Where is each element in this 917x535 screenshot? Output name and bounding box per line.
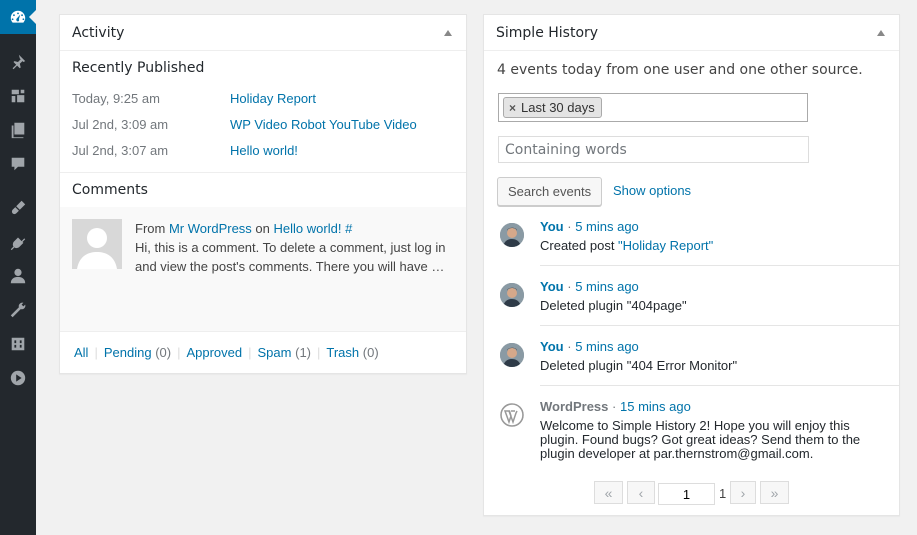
filter-trash-link[interactable]: Trash (0) <box>326 345 378 360</box>
plugins-icon[interactable] <box>0 225 36 259</box>
published-date: Jul 2nd, 3:07 am <box>72 143 169 158</box>
event-message: Welcome to Simple History 2! Hope you wi… <box>540 418 861 461</box>
divider <box>540 385 899 386</box>
filter-spam-link[interactable]: Spam (1) <box>258 345 311 360</box>
settings-icon[interactable] <box>0 327 36 361</box>
comment-post-link[interactable]: Hello world! <box>274 221 342 236</box>
prev-page-button[interactable]: ‹ <box>627 481 655 504</box>
event-time-link[interactable]: 15 mins ago <box>620 399 691 414</box>
remove-chip-icon[interactable]: × <box>509 101 516 115</box>
event-message: Deleted plugin "404page" <box>540 298 687 313</box>
media-icon[interactable] <box>0 79 36 113</box>
comment-on-label: on <box>255 221 270 236</box>
activity-title: Activity <box>72 24 125 41</box>
comment-text: Hi, this is a comment. To delete a comme… <box>135 240 446 274</box>
published-date: Today, 9:25 am <box>72 91 160 106</box>
comments-icon[interactable] <box>0 147 36 181</box>
separator: | <box>317 345 321 360</box>
published-date: Jul 2nd, 3:09 am <box>72 117 169 132</box>
event-user-link[interactable]: You <box>540 279 564 294</box>
avatar <box>500 283 524 307</box>
event-user-link[interactable]: You <box>540 219 564 234</box>
wordpress-logo-icon <box>500 403 524 427</box>
activity-header: Activity <box>60 15 466 51</box>
simple-history-header: Simple History <box>484 15 899 51</box>
collapse-toggle-icon[interactable] <box>444 29 452 36</box>
users-icon[interactable] <box>0 259 36 293</box>
divider <box>60 331 466 332</box>
show-options-link[interactable]: Show options <box>613 183 691 198</box>
last-page-button[interactable]: » <box>760 481 789 504</box>
divider <box>540 265 899 266</box>
published-row: Today, 9:25 am Holiday Report <box>72 91 452 111</box>
containing-words-input[interactable] <box>498 136 809 163</box>
divider <box>540 325 899 326</box>
comment-item: From Mr WordPress on Hello world! # Hi, … <box>60 207 466 331</box>
divider <box>60 172 466 173</box>
published-row: Jul 2nd, 3:07 am Hello world! <box>72 143 452 163</box>
search-events-button[interactable]: Search events <box>497 177 603 206</box>
separator: | <box>248 345 252 360</box>
tools-icon[interactable] <box>0 293 36 327</box>
video-icon[interactable] <box>0 361 36 395</box>
event-item: You · 5 mins ago Deleted plugin "404page… <box>484 275 899 335</box>
published-link[interactable]: Holiday Report <box>230 91 316 111</box>
comment-filter-links: All | Pending (0) | Approved | Spam (1) | Trash … <box>74 345 379 360</box>
published-link[interactable]: Hello world! <box>230 143 298 163</box>
event-item: You · 5 mins ago Deleted plugin "404 Err… <box>484 335 899 395</box>
event-item: You · 5 mins ago Created post "Holiday R… <box>484 215 899 275</box>
event-message: Deleted plugin "404 Error Monitor" <box>540 358 738 373</box>
avatar <box>500 223 524 247</box>
event-user-link[interactable]: You <box>540 339 564 354</box>
event-header: You · 5 mins ago <box>540 279 639 294</box>
avatar <box>72 219 122 269</box>
filter-all-link[interactable]: All <box>74 345 88 360</box>
activity-widget: Activity Recently Published Today, 9:25 … <box>59 14 467 374</box>
published-row: Jul 2nd, 3:09 am WP Video Robot YouTube … <box>72 117 452 137</box>
event-time-link[interactable]: 5 mins ago <box>575 339 639 354</box>
date-chip-label: Last 30 days <box>521 100 595 115</box>
date-chip: × Last 30 days <box>503 97 602 118</box>
dashboard-icon[interactable] <box>0 0 36 34</box>
pin-icon[interactable] <box>0 45 36 79</box>
event-header: WordPress · 15 mins ago <box>540 399 691 414</box>
event-header: You · 5 mins ago <box>540 339 639 354</box>
pages-icon[interactable] <box>0 113 36 147</box>
admin-sidebar <box>0 0 36 535</box>
filter-pending-link[interactable]: Pending (0) <box>104 345 171 360</box>
event-time-link[interactable]: 5 mins ago <box>575 279 639 294</box>
published-link[interactable]: WP Video Robot YouTube Video <box>230 117 417 137</box>
comment-body: From Mr WordPress on Hello world! # Hi, … <box>135 219 455 276</box>
total-pages: 1 <box>719 486 727 501</box>
first-page-button[interactable]: « <box>594 481 623 504</box>
event-source: WordPress <box>540 399 609 414</box>
next-page-button[interactable]: › <box>730 481 756 504</box>
event-time-link[interactable]: 5 mins ago <box>575 219 639 234</box>
comments-title: Comments <box>72 182 148 198</box>
comment-author-link[interactable]: Mr WordPress <box>169 221 252 236</box>
recently-published-title: Recently Published <box>72 60 205 76</box>
simple-history-title: Simple History <box>496 24 599 41</box>
event-header: You · 5 mins ago <box>540 219 639 234</box>
simple-history-widget: Simple History 4 events today from one u… <box>483 14 900 516</box>
event-post-link[interactable]: "Holiday Report" <box>618 238 713 253</box>
separator: | <box>94 345 98 360</box>
separator: | <box>177 345 181 360</box>
collapse-toggle-icon[interactable] <box>877 29 885 36</box>
appearance-icon[interactable] <box>0 191 36 225</box>
event-item: WordPress · 15 mins ago Welcome to Simpl… <box>484 395 899 475</box>
avatar <box>500 343 524 367</box>
date-filter-select[interactable]: × Last 30 days <box>498 93 808 122</box>
events-summary: 4 events today from one user and one oth… <box>497 62 863 78</box>
event-message: Created post "Holiday Report" <box>540 238 714 253</box>
comment-from-label: From <box>135 221 166 236</box>
comment-permalink[interactable]: # <box>345 221 352 236</box>
filter-approved-link[interactable]: Approved <box>186 345 242 360</box>
current-page-input[interactable] <box>658 483 715 505</box>
